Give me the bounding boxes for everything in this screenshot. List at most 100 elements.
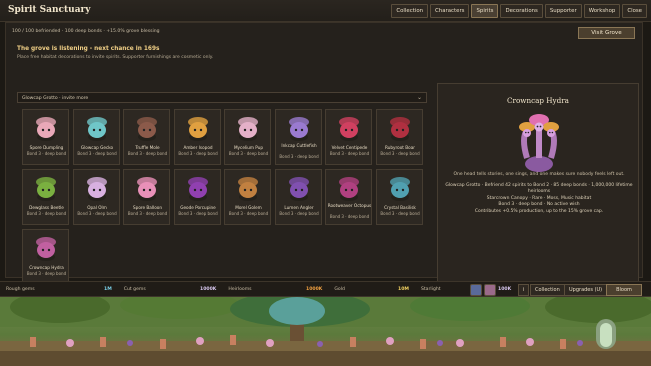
spirit-card[interactable]: Morel Golem Bond 3 · deep bond bbox=[224, 169, 271, 225]
spirit-name: Lumen Angler bbox=[284, 205, 314, 210]
sanctuary-stats: 100 / 100 befriended · 100 deep bonds · … bbox=[12, 29, 160, 34]
basilisk-spirit-icon bbox=[389, 177, 410, 201]
angler-spirit-icon bbox=[288, 177, 309, 201]
spirit-card[interactable]: Amber Isopod Bond 3 · deep bond bbox=[173, 109, 221, 165]
spirit-bond: Bond 3 · deep bond bbox=[26, 211, 67, 216]
spirit-bond: Bond 3 · deep bond bbox=[77, 151, 117, 156]
spirit-bond: Bond 3 · deep bond bbox=[329, 151, 370, 156]
octopus-spirit-icon bbox=[339, 177, 359, 201]
spirit-bond: Bond 3 · deep bond bbox=[279, 154, 319, 159]
cut-gems-label: Cut gems bbox=[123, 287, 146, 292]
hydra-spirit-icon bbox=[36, 237, 56, 261]
gold-value: 1000K bbox=[306, 287, 323, 292]
gold: 1000K Gold bbox=[306, 287, 345, 292]
spirit-bond: Bond 3 · deep bond bbox=[380, 211, 420, 216]
spirit-card[interactable]: Velvet Centipede Bond 3 · deep bond bbox=[325, 109, 372, 165]
spirit-bond: Bond 3 · deep bond bbox=[380, 151, 420, 156]
spirit-card[interactable]: Truffle Mole Bond 3 · deep bond bbox=[123, 109, 170, 165]
habitat-select[interactable]: Glowcap Grotto · invite more ⌄ bbox=[17, 92, 427, 103]
bloom-button[interactable]: Bloom bbox=[606, 284, 642, 296]
spirit-name: Crowncap Hydra bbox=[29, 265, 64, 270]
character-avatar[interactable] bbox=[484, 284, 496, 296]
upgrades-button[interactable]: Upgrades (U) bbox=[564, 284, 608, 296]
spirit-bond: Bond 3 · deep bond bbox=[77, 211, 117, 216]
tab-decorations[interactable]: Decorations bbox=[500, 4, 543, 18]
grove-scene bbox=[0, 297, 651, 366]
spirit-name: Spore Balloon bbox=[133, 205, 162, 210]
listening-status: The grove is listening - next chance in … bbox=[17, 46, 160, 52]
spirit-card[interactable]: Geode Porcupine Bond 3 · deep bond bbox=[173, 169, 221, 225]
hydra-portrait-icon bbox=[519, 114, 559, 172]
spirit-card[interactable]: Opal Olm Bond 3 · deep bond bbox=[72, 169, 120, 225]
heirlooms-value: 1000K bbox=[200, 287, 217, 292]
olm-spirit-icon bbox=[86, 177, 107, 201]
spirit-detail: Crowncap Hydra One head tells stories, o… bbox=[437, 83, 639, 297]
top-bar: Spirit Sanctuary Collection Characters S… bbox=[0, 0, 651, 22]
grove-scene-art bbox=[0, 297, 651, 366]
chevron-down-icon: ⌄ bbox=[416, 94, 422, 101]
mole-spirit-icon bbox=[137, 117, 157, 141]
spirit-card[interactable]: Glowcap Gecko Bond 3 · deep bond bbox=[72, 109, 120, 165]
starlight: 10M Starlight bbox=[398, 287, 441, 292]
spirit-card[interactable]: Rubyroot Boar Bond 3 · deep bond bbox=[375, 109, 423, 165]
beetle-spirit-icon bbox=[36, 177, 56, 201]
character-avatar[interactable] bbox=[470, 284, 482, 296]
spirit-card[interactable]: Spore Balloon Bond 3 · deep bond bbox=[123, 169, 170, 225]
invite-hint: Place free habitat decorations to invite… bbox=[17, 55, 214, 60]
spirit-name: Opal Olm bbox=[87, 205, 107, 210]
spirit-name: Amber Isopod bbox=[183, 145, 213, 150]
spirit-name: Crystal Basilisk bbox=[384, 205, 416, 210]
tab-supporter[interactable]: Supporter bbox=[544, 4, 582, 18]
spirit-name: Geode Porcupine bbox=[180, 205, 216, 210]
tab-characters[interactable]: Characters bbox=[430, 4, 470, 18]
spirit-card[interactable]: Mycelium Pup Bond 3 · deep bond bbox=[224, 109, 271, 165]
close-button[interactable]: Close bbox=[622, 4, 647, 18]
spirit-name: Velvet Centipede bbox=[331, 145, 368, 150]
app-title: Spirit Sanctuary bbox=[8, 5, 91, 15]
spirits-panel: 100 / 100 befriended · 100 deep bonds · … bbox=[5, 22, 643, 297]
spirit-name: Glowcap Gecko bbox=[80, 145, 114, 150]
cut-gems: 1M Cut gems bbox=[104, 287, 146, 292]
golem-spirit-icon bbox=[238, 177, 258, 201]
spirit-card[interactable]: Spore Dumpling Bond 3 · deep bond bbox=[22, 109, 69, 165]
spirit-bond: Bond 3 · deep bond bbox=[279, 211, 319, 216]
pup-spirit-icon bbox=[238, 117, 258, 141]
spirit-card[interactable]: Crystal Basilisk Bond 3 · deep bond bbox=[375, 169, 423, 225]
spirit-card[interactable]: Rootweaver Octopus Bond 3 · deep bond bbox=[325, 169, 372, 225]
spirit-bond: Bond 3 · deep bond bbox=[26, 151, 67, 156]
info-button[interactable]: i bbox=[518, 284, 530, 296]
rough-gems-label: Rough gems bbox=[6, 287, 35, 292]
spirit-card[interactable]: Inkcap Cuttlefish Bond 3 · deep bond bbox=[274, 109, 322, 165]
spirit-bond: Bond 3 · deep bond bbox=[127, 151, 168, 156]
centipede-spirit-icon bbox=[339, 117, 359, 141]
spirit-name: Inkcap Cuttlefish bbox=[281, 143, 317, 148]
detail-info: Glowcap Grotto · Befriend 42 spirits to … bbox=[444, 183, 634, 215]
visit-grove-button[interactable]: Visit Grove bbox=[578, 27, 635, 39]
starlight-value: 10M bbox=[398, 287, 409, 292]
tab-spirits[interactable]: Spirits bbox=[471, 4, 499, 18]
tab-bar: Collection Characters Spirits Decoration… bbox=[391, 4, 647, 18]
rough-gems: Rough gems bbox=[6, 287, 35, 292]
spirit-name: Morel Golem bbox=[235, 205, 262, 210]
collection-button[interactable]: Collection bbox=[530, 284, 565, 296]
spirit-card[interactable]: Lumen Angler Bond 3 · deep bond bbox=[274, 169, 322, 225]
spirit-name: Mycelium Pup bbox=[233, 145, 264, 150]
porcupine-spirit-icon bbox=[187, 177, 208, 201]
boar-spirit-icon bbox=[389, 117, 410, 141]
spirit-bond: Bond 3 · deep bond bbox=[178, 211, 218, 216]
spirit-bond: Bond 3 · deep bond bbox=[26, 271, 67, 276]
tab-collection[interactable]: Collection bbox=[391, 4, 429, 18]
spirit-card[interactable]: Dewglass Beetle Bond 3 · deep bond bbox=[22, 169, 69, 225]
spirit-name: Spore Dumpling bbox=[29, 145, 64, 150]
spirit-bond: Bond 3 · deep bond bbox=[228, 211, 269, 216]
balloon-spirit-icon bbox=[137, 177, 157, 201]
tab-workshop[interactable]: Workshop bbox=[583, 4, 621, 18]
detail-contribution: Contributes +0.5% production, up to the … bbox=[474, 208, 604, 214]
cuttlefish-spirit-icon bbox=[288, 117, 309, 141]
gold-label: Gold bbox=[334, 287, 345, 292]
spirit-bond: Bond 3 · deep bond bbox=[329, 214, 370, 219]
cut-gems-value: 1M bbox=[104, 287, 112, 292]
spirit-name: Rootweaver Octopus bbox=[327, 203, 372, 208]
spirit-card[interactable]: Crowncap Hydra Bond 3 · deep bond bbox=[22, 229, 69, 285]
mushroom-spirit-icon bbox=[36, 117, 56, 141]
